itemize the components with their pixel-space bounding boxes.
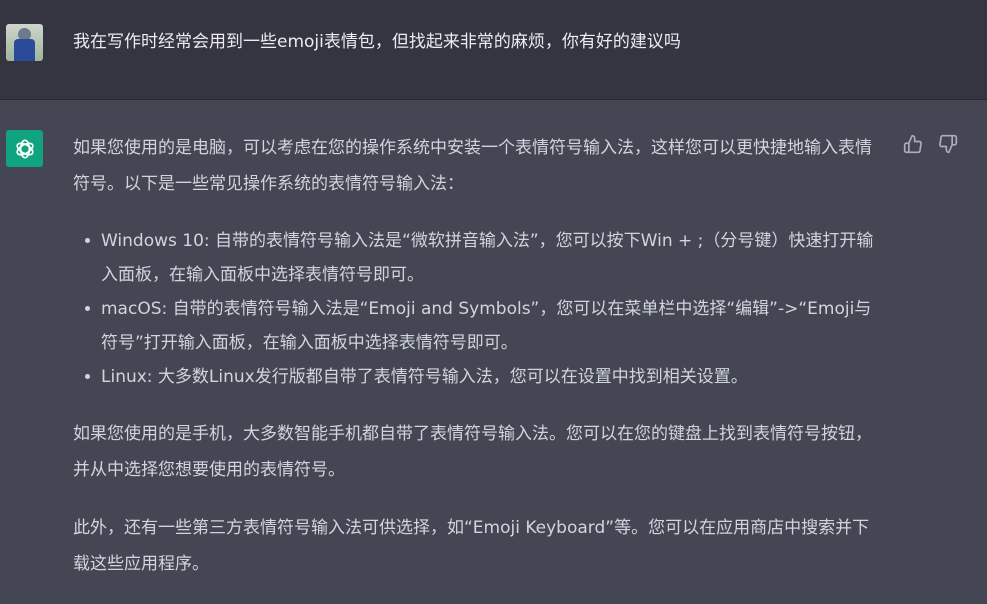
paragraph: 此外，还有一些第三方表情符号输入法可供选择，如“Emoji Keyboard”等…: [73, 518, 870, 574]
paragraph: 如果您使用的是电脑，可以考虑在您的操作系统中安装一个表情符号输入法，这样您可以更…: [73, 138, 872, 194]
assistant-message-content: 如果您使用的是电脑，可以考虑在您的操作系统中安装一个表情符号输入法，这样您可以更…: [73, 130, 883, 604]
user-message-row: 我在写作时经常会用到一些emoji表情包，但找起来非常的麻烦，你有好的建议吗: [0, 0, 987, 100]
bullet-list: Windows 10: 自带的表情符号输入法是“微软拼音输入法”，您可以按下Wi…: [73, 224, 883, 394]
openai-logo-icon: [6, 130, 43, 167]
thumbs-up-icon[interactable]: [903, 134, 925, 156]
paragraph: 如果您使用的是手机，大多数智能手机都自带了表情符号输入法。您可以在您的键盘上找到…: [73, 424, 872, 480]
list-item: macOS: 自带的表情符号输入法是“Emoji and Symbols”，您可…: [85, 292, 883, 360]
user-avatar: [6, 24, 43, 61]
assistant-message-row: 如果您使用的是电脑，可以考虑在您的操作系统中安装一个表情符号输入法，这样您可以更…: [0, 100, 987, 599]
list-item: Linux: 大多数Linux发行版都自带了表情符号输入法，您可以在设置中找到相…: [85, 360, 883, 394]
thumbs-down-icon[interactable]: [938, 134, 960, 156]
user-message-text: 我在写作时经常会用到一些emoji表情包，但找起来非常的麻烦，你有好的建议吗: [73, 32, 681, 52]
list-item: Windows 10: 自带的表情符号输入法是“微软拼音输入法”，您可以按下Wi…: [85, 224, 883, 292]
